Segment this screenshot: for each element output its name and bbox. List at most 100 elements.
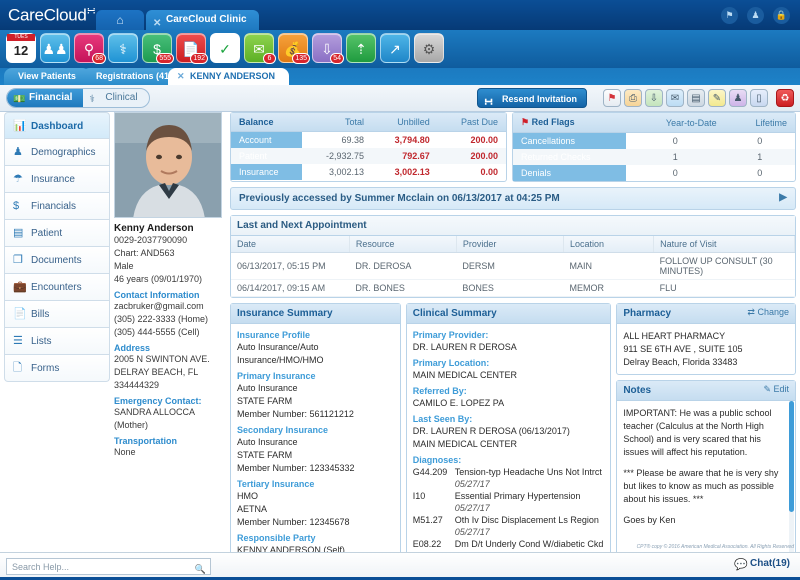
stethoscope-icon: ⚕ <box>89 91 94 108</box>
diagnosis-code: I10 <box>413 490 455 514</box>
resend-invitation-button[interactable]: ∺ Resend Invitation <box>477 88 587 108</box>
sidebar-item-encounters[interactable]: 💼 Encounters <box>4 274 110 301</box>
summary-columns: Insurance Summary Insurance Profile Auto… <box>230 303 796 561</box>
table-row[interactable]: Denials 0 0 <box>513 165 795 181</box>
share-icon: ∺ <box>484 92 493 112</box>
edit-icon[interactable]: ✎ <box>708 89 726 107</box>
balance-insurance-total: 3,002.13 <box>302 164 372 180</box>
application-window: CareCloud∺ ⌂ ✕ CareCloud Clinic ⚑ ♟ 🔒 TU… <box>0 0 800 580</box>
claims-icon[interactable]: 📄 192 <box>176 33 206 63</box>
sidebar-item-financials[interactable]: $ Financials <box>4 193 110 220</box>
edit-icon: ✎ <box>763 384 771 394</box>
sidebar-item-documents[interactable]: ❐ Documents <box>4 247 110 274</box>
clinical-icon[interactable]: ⚕ <box>108 33 138 63</box>
chevron-right-icon[interactable]: ▶ <box>779 192 787 203</box>
sidebar-item-lists[interactable]: ☰ Lists <box>4 328 110 355</box>
patient-info-card: Kenny Anderson 0029-2037790090 Chart: AN… <box>114 112 226 459</box>
clinic-tab-label: CareCloud Clinic <box>166 14 247 25</box>
appt-date: 06/14/2017, 09:15 AM <box>231 280 349 297</box>
approvals-icon[interactable]: ✓ <box>210 33 240 63</box>
email-icon[interactable]: ✉ <box>666 89 684 107</box>
delete-icon[interactable]: ♻ <box>776 89 794 107</box>
pharmacy-address1: 911 SE 6TH AVE , SUITE 105 <box>623 343 789 356</box>
card-icon[interactable]: ▤ <box>687 89 705 107</box>
table-row[interactable]: Insurance 3,002.13 3,002.13 0.00 <box>231 164 506 180</box>
reports-icon[interactable]: ↗ <box>380 33 410 63</box>
notes-panel: Notes ✎ Edit IMPORTANT: He was a public … <box>616 380 796 561</box>
cancellations-ytd: 0 <box>626 133 725 150</box>
diagnosis-desc-text: Dm D/t Underly Cond W/diabetic Ckd <box>455 539 604 549</box>
pharmacy-change-button[interactable]: ⇄ Change <box>747 307 789 318</box>
list-item: M51.27 Oth Iv Disc Displacement Ls Regio… <box>413 514 605 538</box>
settings-icon[interactable]: ⚙ <box>414 33 444 63</box>
primary-location-heading: Primary Location: <box>413 358 605 368</box>
person-icon: ♟ <box>13 139 23 166</box>
action-icon-group: ⚑ ⎙ ⇩ ✉ ▤ ✎ ♟ ▯ ♻ <box>603 89 794 107</box>
patients-icon[interactable]: ♟♟ <box>40 33 70 63</box>
payments-icon[interactable]: $ 555 <box>142 33 172 63</box>
balance-patient-unbilled: 792.67 <box>372 148 438 164</box>
notes-edit-button[interactable]: ✎ Edit <box>763 384 789 395</box>
lock-icon[interactable]: 🔒 <box>773 7 790 24</box>
search-help-input[interactable]: Search Help... 🔍 <box>6 558 211 575</box>
sidebar-item-dashboard[interactable]: 📊 Dashboard <box>4 112 110 139</box>
appt-provider: DERSM <box>456 253 563 280</box>
person-icon[interactable]: ♟ <box>729 89 747 107</box>
patient-tabs: View Patients Registrations (41) ✕ KENNY… <box>0 68 800 85</box>
red-flags-row-label: Cancellations <box>513 133 626 150</box>
table-row[interactable]: Cancellations 0 0 <box>513 133 795 150</box>
referrals-icon[interactable]: ⇡ <box>346 33 376 63</box>
tab-kenny-anderson[interactable]: ✕ KENNY ANDERSON <box>168 68 289 85</box>
red-flags-row-label: Returned Checks <box>513 149 626 165</box>
users-icon[interactable]: ♟ <box>747 7 764 24</box>
search-icon[interactable]: 🔍 <box>195 561 206 577</box>
map-pin-icon[interactable]: ⚑ <box>603 89 621 107</box>
right-column: Pharmacy ⇄ Change ALL HEART PHARMACY 911… <box>616 303 796 561</box>
table-row[interactable]: 06/14/2017, 09:15 AM DR. BONES BONES MEM… <box>231 280 795 297</box>
diagnosis-desc-text: Essential Primary Hypertension <box>455 491 581 501</box>
sidebar-item-forms[interactable]: 🗋 Forms <box>4 355 110 382</box>
balance-panel: Balance Total Unbilled Past Due Account … <box>230 112 507 182</box>
messages-icon[interactable]: ✉ 6 <box>244 33 274 63</box>
tab-registrations-label: Registrations (41) <box>96 71 172 81</box>
clinic-tab[interactable]: ✕ CareCloud Clinic <box>146 10 259 30</box>
avatar-image <box>115 113 222 218</box>
scrollbar-thumb[interactable] <box>789 401 794 512</box>
patient-phone-home: (305) 222-3333 (Home) <box>114 313 226 326</box>
sidebar-item-demographics[interactable]: ♟ Demographics <box>4 139 110 166</box>
home-tab[interactable]: ⌂ <box>96 10 144 30</box>
balance-col-total: Total <box>302 113 372 132</box>
appt-col-provider: Provider <box>456 236 563 253</box>
table-row[interactable]: Patient -2,932.75 792.67 200.00 <box>231 148 506 164</box>
print-icon[interactable]: ⎙ <box>624 89 642 107</box>
registrations-icon[interactable]: ⚲ 68 <box>74 33 104 63</box>
dashboard-content: Balance Total Unbilled Past Due Account … <box>230 112 796 552</box>
table-row[interactable]: Returned Checks 1 1 <box>513 149 795 165</box>
avatar <box>114 112 222 218</box>
notifications-icon[interactable]: ⚑ <box>721 7 738 24</box>
sidebar-item-patient-payments[interactable]: ▤ Patient Payments <box>4 220 110 247</box>
close-icon[interactable]: ✕ <box>177 68 185 85</box>
chat-button[interactable]: 💬 Chat(19) <box>734 558 790 569</box>
notes-scrollbar[interactable] <box>789 401 794 559</box>
tab-financial[interactable]: 💵 Financial <box>7 89 83 107</box>
resend-invitation-label: Resend Invitation <box>502 94 577 104</box>
inbox-icon[interactable]: ⇩ 54 <box>312 33 342 63</box>
brand-logo[interactable]: CareCloud∺ <box>8 4 96 26</box>
previously-accessed-bar[interactable]: Previously accessed by Summer Mcclain on… <box>230 187 796 210</box>
appt-location: MAIN <box>563 253 653 280</box>
collections-icon[interactable]: 💰 135 <box>278 33 308 63</box>
calendar-icon[interactable]: TUES 12 <box>6 33 36 63</box>
sidebar-item-insurance[interactable]: ☂ Insurance <box>4 166 110 193</box>
pharmacy-title-bar: Pharmacy ⇄ Change <box>617 304 795 324</box>
clipboard-icon[interactable]: ▯ <box>750 89 768 107</box>
table-row[interactable]: 06/13/2017, 05:15 PM DR. DEROSA DERSM MA… <box>231 253 795 280</box>
sidebar-item-label: Documents <box>31 255 82 266</box>
tertiary-insurance-carrier: AETNA <box>237 503 394 516</box>
tab-view-patients[interactable]: View Patients <box>4 68 90 85</box>
tab-clinical[interactable]: ⚕ Clinical <box>83 89 148 107</box>
export-icon[interactable]: ⇩ <box>645 89 663 107</box>
appt-col-date: Date <box>231 236 349 253</box>
sidebar-item-bills[interactable]: 📄 Bills <box>4 301 110 328</box>
table-row[interactable]: Account 69.38 3,794.80 200.00 <box>231 132 506 149</box>
